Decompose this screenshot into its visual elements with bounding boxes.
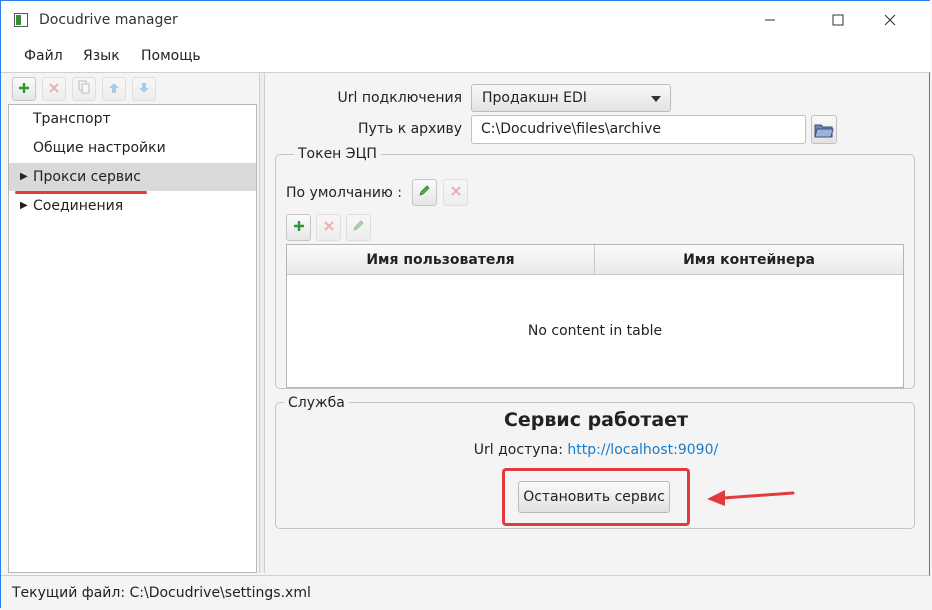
edit-token-button[interactable] xyxy=(346,214,371,241)
window-title: Docudrive manager xyxy=(39,12,178,28)
move-up-button[interactable] xyxy=(102,77,126,101)
delete-button[interactable] xyxy=(42,77,66,101)
token-table: Имя пользователя Имя контейнера No conte… xyxy=(286,244,904,388)
tree-item-connections[interactable]: ▶ Соединения xyxy=(9,192,256,220)
default-token-label: По умолчанию : xyxy=(286,185,402,201)
service-url-row: Url доступа: http://localhost:9090/ xyxy=(277,442,915,458)
copy-button[interactable] xyxy=(72,77,96,101)
add-icon xyxy=(19,83,29,93)
service-url-link[interactable]: http://localhost:9090/ xyxy=(567,442,718,458)
tree-item-label: Соединения xyxy=(33,198,124,214)
table-empty-message: No content in table xyxy=(527,323,663,339)
menu-file[interactable]: Файл xyxy=(24,48,63,64)
tree-item-label: Транспорт xyxy=(33,111,111,127)
expand-arrow-icon[interactable]: ▶ xyxy=(20,163,28,191)
tree-toolbar xyxy=(8,73,258,105)
url-connection-select[interactable]: Продакшн EDI xyxy=(471,84,671,112)
add-token-button[interactable] xyxy=(286,214,311,241)
delete-icon xyxy=(450,186,461,196)
delete-icon xyxy=(49,83,59,93)
menu-bar: Файл Язык Помощь xyxy=(1,41,931,73)
tree-item-transport[interactable]: Транспорт xyxy=(9,105,256,133)
tree-item-proxy-service[interactable]: ▶ Прокси сервис xyxy=(9,163,256,191)
url-connection-label: Url подключения xyxy=(337,90,463,106)
split-divider[interactable] xyxy=(259,73,265,573)
url-connection-value: Продакшн EDI xyxy=(482,90,587,106)
archive-path-input[interactable]: C:\Docudrive\files\archive xyxy=(471,115,806,144)
move-down-button[interactable] xyxy=(132,77,156,101)
column-header-container[interactable]: Имя контейнера xyxy=(595,245,903,275)
menu-language[interactable]: Язык xyxy=(83,48,120,64)
arrow-down-icon xyxy=(139,83,149,93)
delete-icon xyxy=(323,221,334,231)
dropdown-arrow-icon xyxy=(651,96,661,102)
maximize-button[interactable] xyxy=(815,1,861,41)
token-group-title: Токен ЭЦП xyxy=(294,146,381,162)
delete-default-button[interactable] xyxy=(443,179,468,206)
add-icon xyxy=(293,221,304,231)
stop-service-button[interactable]: Остановить сервис xyxy=(518,481,670,513)
archive-path-label: Путь к архиву xyxy=(358,121,462,137)
service-status: Сервис работает xyxy=(503,409,689,431)
current-file-status: Текущий файл: C:\Docudrive\settings.xml xyxy=(12,585,311,601)
title-bar: Docudrive manager xyxy=(1,1,931,41)
arrow-up-icon xyxy=(109,83,119,93)
maximize-icon xyxy=(832,14,844,26)
service-url-label: Url доступа: xyxy=(473,442,563,458)
add-button[interactable] xyxy=(12,77,36,101)
status-bar: Текущий файл: C:\Docudrive\settings.xml xyxy=(1,575,931,609)
settings-tree: Транспорт Общие настройки ▶ Прокси серви… xyxy=(8,104,257,573)
edit-default-button[interactable] xyxy=(412,179,437,206)
minimize-icon xyxy=(765,19,775,21)
delete-token-button[interactable] xyxy=(316,214,341,241)
tree-item-general-settings[interactable]: Общие настройки xyxy=(9,134,256,162)
folder-icon xyxy=(814,124,834,138)
app-window: Docudrive manager Файл Язык Помощь Транс… xyxy=(0,0,931,609)
close-icon xyxy=(884,14,896,26)
column-header-username[interactable]: Имя пользователя xyxy=(287,245,595,275)
browse-folder-button[interactable] xyxy=(811,115,837,144)
edit-icon xyxy=(419,185,430,196)
tree-item-label: Общие настройки xyxy=(33,140,166,156)
menu-help[interactable]: Помощь xyxy=(141,48,201,64)
close-button[interactable] xyxy=(867,1,913,41)
expand-arrow-icon[interactable]: ▶ xyxy=(20,192,28,220)
annotation-arrow-icon xyxy=(707,490,795,506)
minimize-button[interactable] xyxy=(747,1,793,41)
edit-icon xyxy=(353,220,364,231)
tree-item-label: Прокси сервис xyxy=(33,169,141,185)
copy-icon xyxy=(78,80,90,94)
annotation-underline xyxy=(15,191,147,194)
app-icon xyxy=(14,13,28,27)
